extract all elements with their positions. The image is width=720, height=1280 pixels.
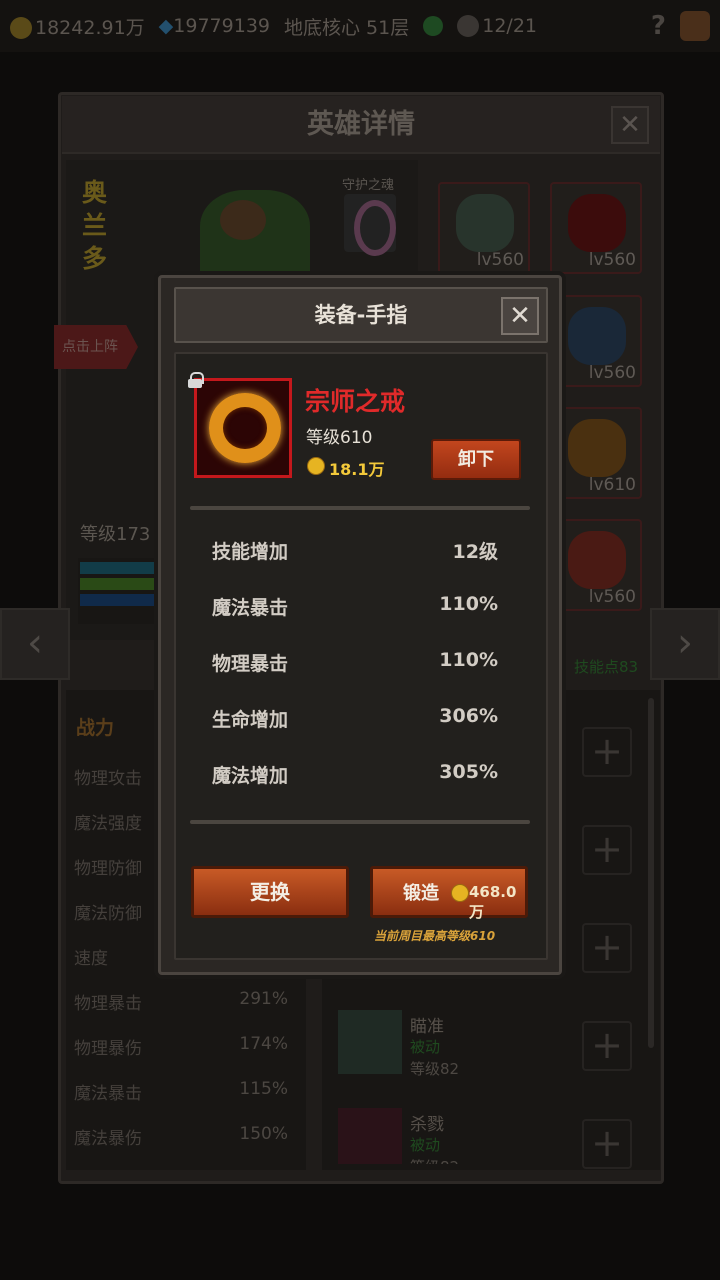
hero-details-title: 英雄详情 bbox=[62, 96, 660, 154]
forge-label: 锻造 bbox=[403, 883, 439, 904]
green-orb-icon bbox=[423, 16, 444, 36]
boots-icon bbox=[568, 307, 626, 365]
divider bbox=[190, 820, 530, 824]
gear-slot-necklace[interactable]: lv560 bbox=[550, 182, 642, 274]
attribute-name: 生命增加 bbox=[212, 709, 289, 731]
gear-slot-boots[interactable]: lv560 bbox=[550, 295, 642, 387]
skill-upgrade-plus-icon[interactable]: + bbox=[582, 923, 632, 973]
slaughter-skill-icon bbox=[338, 1108, 402, 1164]
attribute-name: 物理暴击 bbox=[212, 653, 289, 675]
exp-bar bbox=[80, 562, 166, 574]
skill-item-slaughter[interactable]: 杀戮 被动 等级82 bbox=[334, 1102, 634, 1164]
hero-stat-bars bbox=[78, 558, 168, 624]
hero-level: 等级173 bbox=[80, 524, 151, 545]
bracer-icon bbox=[568, 531, 626, 589]
skill-points: 技能点83 bbox=[574, 658, 639, 676]
skill-upgrade-plus-icon[interactable]: + bbox=[582, 825, 632, 875]
skill-item-aim[interactable]: 瞄准 被动 等级82 bbox=[334, 1004, 634, 1092]
attribute-name: 技能增加 bbox=[212, 541, 289, 563]
item-price: 18.1万 bbox=[329, 460, 385, 479]
item-name: 宗师之戒 bbox=[305, 387, 406, 416]
hero-name: 奥兰多 bbox=[82, 178, 108, 273]
forge-button[interactable]: 锻造 468.0万 bbox=[370, 866, 528, 921]
gold-ring-icon bbox=[209, 393, 281, 463]
guardian-serpent-icon[interactable] bbox=[344, 194, 396, 256]
stat-row: 魔法暴伤 150% bbox=[74, 1124, 288, 1149]
aim-skill-icon bbox=[338, 1010, 402, 1074]
modal-title: 装备-手指 bbox=[314, 303, 408, 327]
necklace-icon bbox=[568, 194, 626, 252]
gold-coin-icon bbox=[451, 884, 469, 902]
previous-hero-arrow[interactable]: ‹ bbox=[0, 608, 70, 680]
lock-icon[interactable] bbox=[188, 372, 204, 388]
attribute-value: 305% bbox=[439, 761, 498, 783]
guardian-soul-label: 守护之魂 bbox=[342, 178, 395, 193]
attribute-value: 12级 bbox=[452, 541, 498, 563]
max-level-note: 当前周目最高等级610 bbox=[374, 929, 496, 943]
stat-row: 魔法暴击 115% bbox=[74, 1079, 288, 1104]
gear-slot-helmet[interactable]: lv560 bbox=[438, 182, 530, 274]
deploy-button[interactable]: 点击上阵 bbox=[54, 325, 138, 369]
skill-upgrade-plus-icon[interactable]: + bbox=[582, 727, 632, 777]
forge-cost: 468.0万 bbox=[469, 883, 517, 921]
divider bbox=[190, 506, 530, 510]
top-resource-bar: 18242.91万 ◆19779139 地底核心 51层 12/21 ? bbox=[0, 0, 720, 52]
mana-bar bbox=[80, 594, 166, 606]
gem-display: ◆19779139 bbox=[158, 15, 271, 37]
gold-display: 18242.91万 bbox=[10, 13, 145, 40]
attribute-value: 110% bbox=[439, 649, 498, 671]
item-icon-frame bbox=[194, 378, 292, 478]
diamond-icon: ◆ bbox=[158, 15, 174, 37]
gold-coin-icon bbox=[307, 457, 325, 475]
settings-gear-icon[interactable] bbox=[680, 11, 710, 41]
hero-archer-sprite bbox=[200, 190, 310, 280]
health-bar bbox=[80, 578, 166, 590]
attribute-value: 110% bbox=[439, 593, 498, 615]
gear-slot-ring[interactable]: lv610 bbox=[550, 407, 642, 499]
help-button[interactable]: ? bbox=[651, 11, 666, 41]
replace-button[interactable]: 更换 bbox=[191, 866, 349, 918]
attribute-name: 魔法增加 bbox=[212, 765, 289, 787]
skull-counter: 12/21 bbox=[457, 15, 537, 38]
attribute-name: 魔法暴击 bbox=[212, 597, 289, 619]
hero-details-close-button[interactable]: ✕ bbox=[611, 106, 649, 144]
unequip-button[interactable]: 卸下 bbox=[431, 439, 521, 480]
helmet-icon bbox=[456, 194, 514, 252]
skull-icon bbox=[457, 15, 480, 38]
combat-power-label: 战力 bbox=[76, 717, 115, 739]
stat-row: 物理暴伤 174% bbox=[74, 1034, 288, 1059]
skills-scrollbar[interactable] bbox=[648, 698, 654, 1048]
stat-row: 物理暴击 291% bbox=[74, 989, 288, 1014]
item-level: 等级610 bbox=[306, 428, 373, 448]
gear-slot-bracer[interactable]: lv560 bbox=[550, 519, 642, 611]
ring-icon bbox=[568, 419, 626, 477]
dungeon-progress[interactable]: 地底核心 51层 bbox=[284, 13, 409, 40]
next-hero-arrow[interactable]: › bbox=[650, 608, 720, 680]
attribute-value: 306% bbox=[439, 705, 498, 727]
gold-coin-icon bbox=[10, 17, 32, 39]
modal-close-button[interactable]: ✕ bbox=[501, 297, 539, 335]
